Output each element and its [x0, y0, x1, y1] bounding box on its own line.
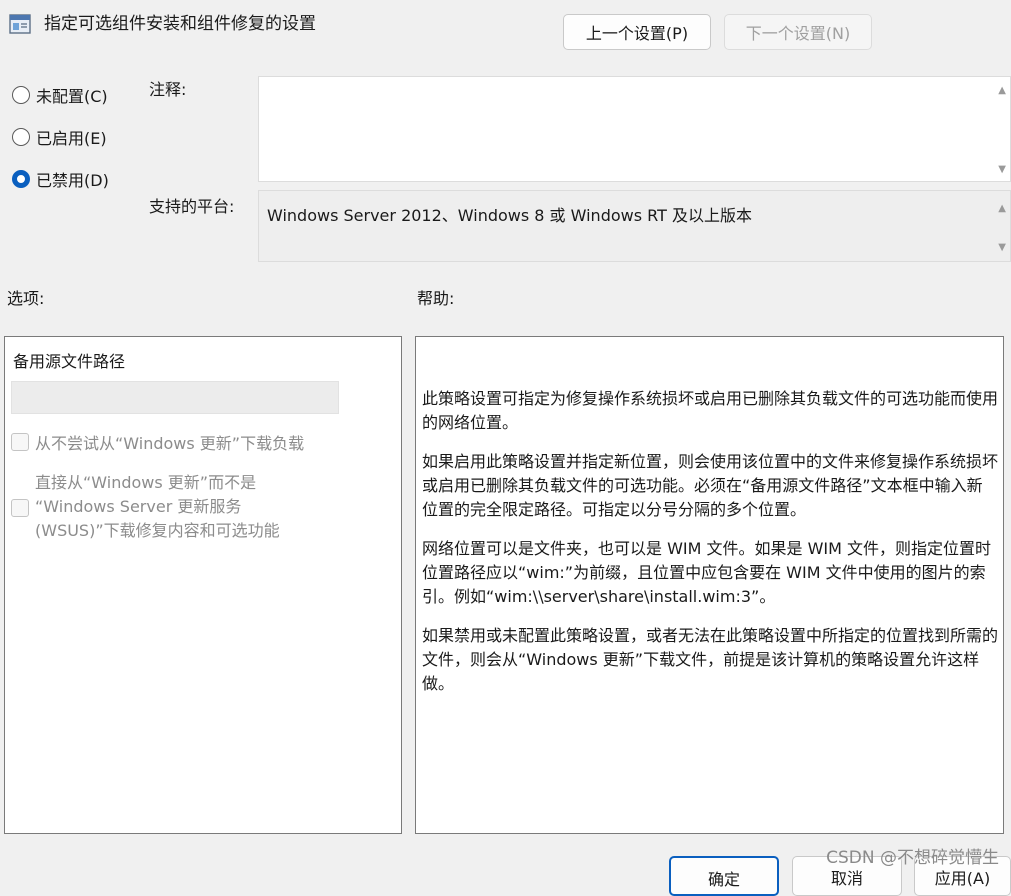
platform-label: 支持的平台:	[149, 197, 235, 216]
previous-setting-button[interactable]: 上一个设置(P)	[563, 14, 711, 50]
scroll-up-icon[interactable]: ▲	[998, 203, 1006, 214]
help-panel: 此策略设置可指定为修复操作系统损坏或启用已删除其负载文件的可选功能而使用的网络位…	[415, 336, 1004, 834]
help-paragraph: 网络位置可以是文件夹，也可以是 WIM 文件。如果是 WIM 文件，则指定位置时…	[422, 539, 992, 606]
watermark-text: CSDN @不想碎觉懵生	[826, 848, 999, 868]
options-label: 选项:	[7, 289, 45, 308]
scroll-down-icon[interactable]: ▼	[998, 164, 1006, 175]
help-text: 此策略设置可指定为修复操作系统损坏或启用已删除其负载文件的可选功能而使用的网络位…	[422, 387, 998, 711]
alternate-source-path-label: 备用源文件路径	[13, 352, 126, 371]
checkbox[interactable]	[11, 433, 29, 451]
checkbox-wsus-line: (WSUS)”下载修复内容和可选功能	[35, 521, 280, 540]
checkbox-wsus-line: 直接从“Windows 更新”而不是	[35, 473, 257, 492]
scroll-up-icon[interactable]: ▲	[998, 85, 1006, 96]
checkbox-wsus[interactable]	[11, 499, 29, 521]
checkbox[interactable]	[11, 499, 29, 517]
checkbox-label: 从不尝试从“Windows 更新”下载负载	[35, 434, 305, 453]
alternate-source-path-input[interactable]	[11, 381, 339, 414]
radio-enabled[interactable]: 已启用(E)	[12, 125, 107, 149]
options-panel: 备用源文件路径 从不尝试从“Windows 更新”下载负载 直接从“Window…	[4, 336, 402, 834]
help-paragraph: 如果启用此策略设置并指定新位置，则会使用该位置中的文件来修复操作系统损坏或启用已…	[422, 452, 999, 519]
window-title: 指定可选组件安装和组件修复的设置	[44, 14, 316, 34]
help-paragraph: 如果禁用或未配置此策略设置，或者无法在此策略设置中所指定的位置找到所需的文件，则…	[422, 626, 999, 693]
ok-button[interactable]: 确定	[669, 856, 779, 896]
checkbox-wsus-label: 直接从“Windows 更新”而不是 “Windows Server 更新服务 …	[35, 471, 280, 543]
scroll-down-icon[interactable]: ▼	[998, 242, 1006, 253]
comment-textarea[interactable]: ▲ ▼	[258, 76, 1011, 182]
radio-label: 已启用(E)	[36, 129, 107, 148]
comment-label: 注释:	[149, 80, 187, 99]
next-setting-button[interactable]: 下一个设置(N)	[724, 14, 872, 50]
radio-circle[interactable]	[12, 128, 30, 146]
help-label: 帮助:	[417, 289, 455, 308]
policy-app-icon	[8, 12, 32, 36]
platform-field: Windows Server 2012、Windows 8 或 Windows …	[258, 190, 1011, 262]
radio-disabled[interactable]: 已禁用(D)	[12, 167, 109, 191]
platform-value: Windows Server 2012、Windows 8 或 Windows …	[267, 206, 752, 225]
radio-label: 已禁用(D)	[36, 171, 109, 190]
radio-circle-selected[interactable]	[12, 170, 30, 188]
radio-label: 未配置(C)	[36, 87, 108, 106]
help-paragraph: 此策略设置可指定为修复操作系统损坏或启用已删除其负载文件的可选功能而使用的网络位…	[422, 389, 999, 432]
radio-circle[interactable]	[12, 86, 30, 104]
checkbox-wsus-line: “Windows Server 更新服务	[35, 497, 242, 516]
checkbox-never-download-row[interactable]: 从不尝试从“Windows 更新”下载负载	[11, 430, 304, 454]
radio-not-configured[interactable]: 未配置(C)	[12, 83, 108, 107]
